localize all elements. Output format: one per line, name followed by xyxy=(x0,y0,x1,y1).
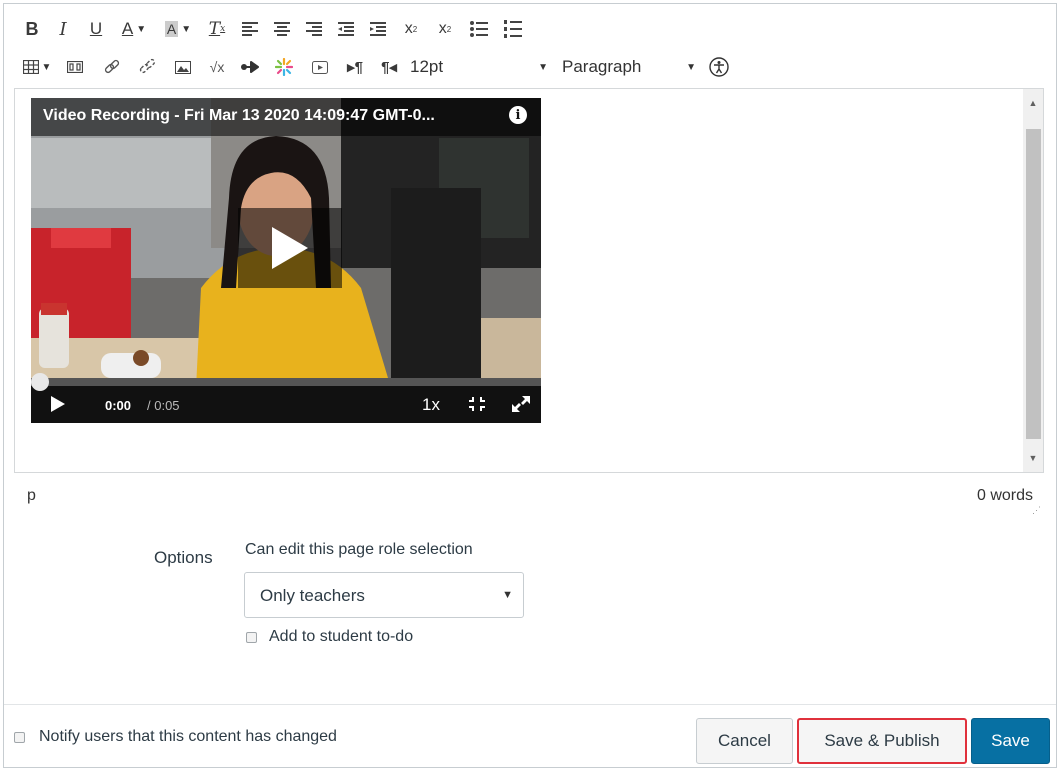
video-title: Video Recording - Fri Mar 13 2020 14:09:… xyxy=(43,107,435,124)
table-button[interactable]: ▼ xyxy=(18,53,56,81)
rich-content-editor[interactable]: Video Recording - Fri Mar 13 2020 14:09:… xyxy=(14,88,1044,473)
block-format-value: Paragraph xyxy=(562,57,642,76)
edit-role-value: Only teachers xyxy=(260,586,365,605)
chevron-down-icon: ▼ xyxy=(502,589,513,601)
student-todo-option[interactable]: Add to student to-do xyxy=(246,628,413,646)
big-play-button[interactable] xyxy=(238,208,342,288)
bullet-list-icon xyxy=(470,21,488,37)
info-icon[interactable]: i xyxy=(509,106,527,124)
chevron-down-icon: ▼ xyxy=(181,23,192,35)
progress-handle[interactable] xyxy=(31,373,49,391)
cancel-button[interactable]: Cancel xyxy=(696,718,793,764)
chevron-down-icon: ▼ xyxy=(686,61,696,73)
edit-role-select[interactable]: Only teachers ▼ xyxy=(244,572,524,618)
accessibility-checker-button[interactable] xyxy=(704,53,734,81)
notify-option[interactable]: Notify users that this content has chang… xyxy=(14,728,337,746)
save-button[interactable]: Save xyxy=(971,718,1050,764)
equation-button[interactable]: √x xyxy=(200,53,234,81)
numbered-list-button[interactable] xyxy=(496,15,530,43)
toolbar-row-2: ▼ √x ▸¶ ¶◂ 12pt ▼ Paragraph ▼ xyxy=(18,52,734,82)
toolbar-row-1: B I U A ▼ A ▼ Tx x2 x2 xyxy=(18,14,530,44)
table-icon xyxy=(22,60,39,74)
font-size-value: 12pt xyxy=(410,57,444,76)
role-selection-caption: Can edit this page role selection xyxy=(245,541,473,558)
link-button[interactable] xyxy=(94,53,130,81)
embed-button[interactable] xyxy=(234,53,266,81)
ltr-button[interactable]: ▸¶ xyxy=(338,53,372,81)
resize-handle-icon[interactable]: ⋰ xyxy=(1032,505,1041,516)
apps-spark-icon xyxy=(275,58,293,76)
highlight-color-icon: A xyxy=(164,21,179,37)
align-right-icon xyxy=(306,22,322,36)
superscript-button[interactable]: x2 xyxy=(394,15,428,43)
scroll-down-icon[interactable]: ▼ xyxy=(1023,448,1043,468)
duration: / 0:05 xyxy=(147,398,180,413)
rtl-button[interactable]: ¶◂ xyxy=(372,53,406,81)
bullet-list-button[interactable] xyxy=(462,15,496,43)
align-left-icon xyxy=(242,22,258,36)
embed-arrow-icon xyxy=(241,61,259,73)
align-left-button[interactable] xyxy=(234,15,266,43)
footer-divider xyxy=(4,704,1056,705)
image-button[interactable] xyxy=(166,53,200,81)
block-format-select[interactable]: Paragraph ▼ xyxy=(556,53,704,81)
underline-button[interactable]: U xyxy=(80,15,112,43)
background-color-button[interactable]: A ▼ xyxy=(156,15,200,43)
text-color-icon: A xyxy=(121,19,134,38)
apps-button[interactable] xyxy=(266,53,302,81)
playback-speed-button[interactable]: 1x xyxy=(422,395,440,415)
chevron-down-icon: ▼ xyxy=(538,61,548,73)
video-controls: 0:00 / 0:05 1x xyxy=(31,373,541,423)
student-todo-checkbox[interactable] xyxy=(246,631,257,643)
notify-label[interactable]: Notify users that this content has chang… xyxy=(39,728,337,746)
indent-button[interactable] xyxy=(362,15,394,43)
accessibility-icon xyxy=(709,57,729,77)
align-right-button[interactable] xyxy=(298,15,330,43)
fullscreen-button[interactable] xyxy=(511,395,531,418)
notify-checkbox[interactable] xyxy=(14,731,25,743)
chevron-down-icon: ▼ xyxy=(136,23,147,35)
font-size-select[interactable]: 12pt ▼ xyxy=(406,53,556,81)
save-and-publish-button[interactable]: Save & Publish xyxy=(797,718,967,764)
italic-button[interactable]: I xyxy=(46,15,80,43)
word-count: 0 words xyxy=(976,487,1033,504)
subscript-button[interactable]: x2 xyxy=(428,15,462,43)
student-todo-label[interactable]: Add to student to-do xyxy=(269,628,413,646)
record-media-button[interactable] xyxy=(302,53,338,81)
editor-scrollbar[interactable]: ▲ ▼ xyxy=(1023,89,1043,472)
current-time: 0:00 xyxy=(105,398,132,413)
unlink-icon xyxy=(139,58,156,74)
options-label: Options xyxy=(154,548,213,567)
bold-button[interactable]: B xyxy=(18,15,46,43)
link-icon xyxy=(104,59,120,74)
element-path[interactable]: p xyxy=(27,487,36,505)
clear-formatting-button[interactable]: Tx xyxy=(200,15,234,43)
outdent-icon xyxy=(338,22,354,36)
media-button[interactable] xyxy=(56,53,94,81)
video-title-bar: Video Recording - Fri Mar 13 2020 14:09:… xyxy=(31,98,541,136)
indent-icon xyxy=(370,22,386,36)
play-icon xyxy=(51,396,65,412)
video-progress-bar[interactable] xyxy=(31,373,541,391)
align-center-icon xyxy=(274,22,290,36)
control-play-button[interactable] xyxy=(51,396,65,417)
chevron-down-icon: ▼ xyxy=(41,61,52,73)
text-color-button[interactable]: A ▼ xyxy=(112,15,156,43)
align-center-button[interactable] xyxy=(266,15,298,43)
media-icon xyxy=(67,61,83,73)
outdent-button[interactable] xyxy=(330,15,362,43)
video-player[interactable]: Video Recording - Fri Mar 13 2020 14:09:… xyxy=(31,98,541,423)
exit-fullscreen-button[interactable] xyxy=(467,395,487,418)
scroll-up-icon[interactable]: ▲ xyxy=(1023,93,1043,113)
image-icon xyxy=(175,60,191,74)
unlink-button[interactable] xyxy=(130,53,166,81)
video-play-icon xyxy=(312,60,328,74)
play-icon xyxy=(272,227,308,269)
shrink-icon xyxy=(469,397,485,411)
expand-icon xyxy=(512,396,530,412)
numbered-list-icon xyxy=(504,20,522,38)
scroll-thumb[interactable] xyxy=(1026,129,1041,439)
